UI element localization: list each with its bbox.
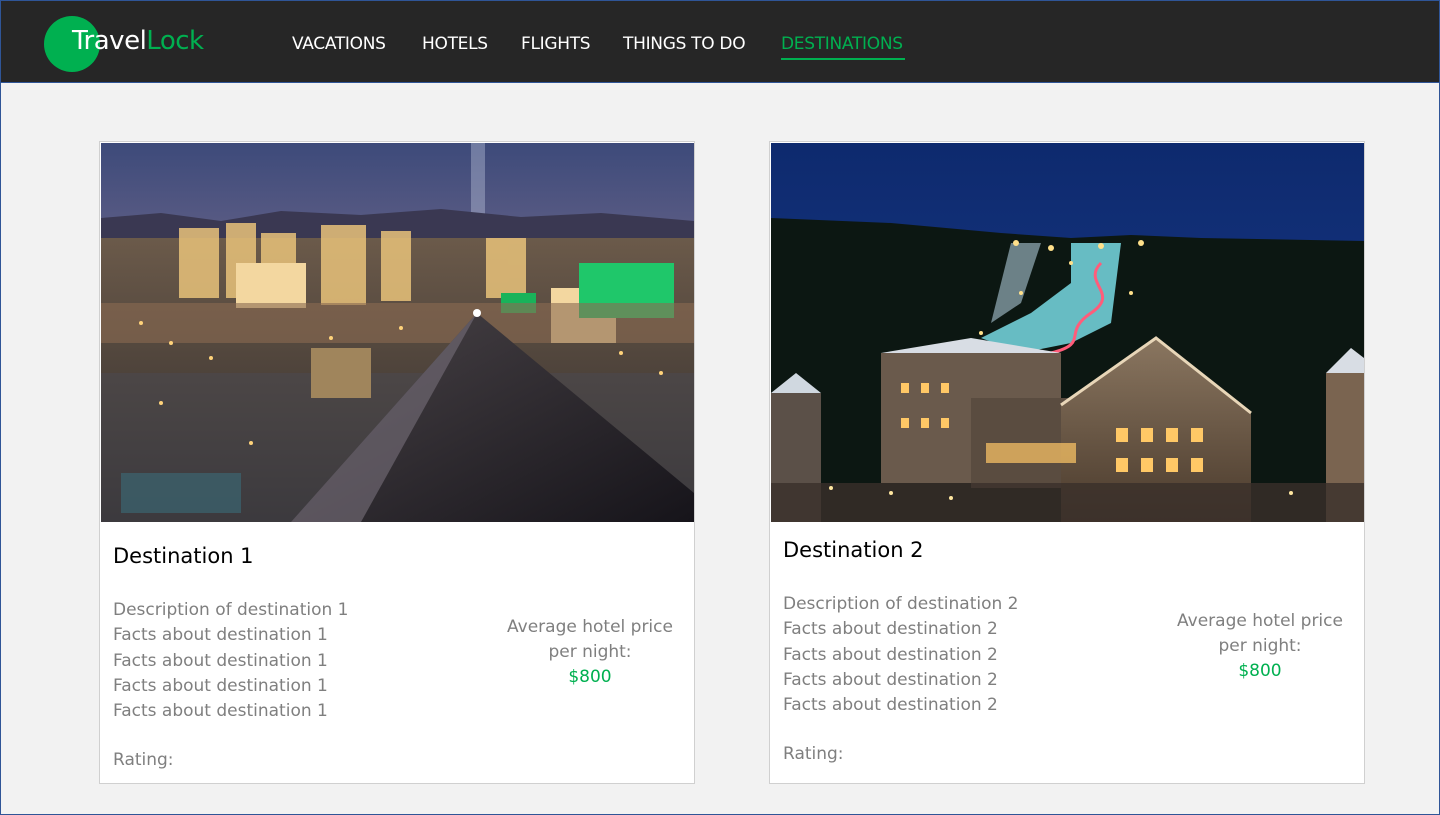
destination-fact: Facts about destination 1 bbox=[113, 625, 328, 646]
destination-fact: Facts about destination 1 bbox=[113, 701, 328, 722]
average-price-block: Average hotel price per night: $800 bbox=[490, 615, 690, 690]
destination-1-image[interactable] bbox=[101, 143, 694, 522]
destination-description: Description of destination 1 bbox=[113, 600, 349, 620]
price-value: $800 bbox=[1238, 661, 1282, 681]
destination-card-2[interactable]: Destination 2 Description of destination… bbox=[769, 141, 1365, 784]
nav-item-vacations[interactable]: VACATIONS bbox=[292, 34, 386, 54]
destination-description: Description of destination 2 bbox=[783, 594, 1019, 614]
nav-item-flights[interactable]: FLIGHTS bbox=[521, 34, 591, 54]
destination-title[interactable]: Destination 2 bbox=[783, 538, 924, 562]
logo-text-travel: Travel bbox=[72, 26, 147, 56]
destination-title[interactable]: Destination 1 bbox=[113, 544, 254, 568]
destination-fact: Facts about destination 2 bbox=[783, 644, 998, 665]
brand-logo[interactable]: TravelLock bbox=[44, 16, 214, 72]
top-navbar: TravelLock VACATIONS HOTELS FLIGHTS THIN… bbox=[0, 0, 1440, 83]
price-label-line1: Average hotel price bbox=[507, 617, 673, 637]
price-label-line2: per night: bbox=[1218, 636, 1302, 656]
destination-fact: Facts about destination 2 bbox=[783, 695, 998, 716]
nav-item-destinations[interactable]: DESTINATIONS bbox=[781, 34, 903, 54]
city-skyline-night-photo bbox=[101, 143, 694, 522]
destination-card-1[interactable]: Destination 1 Description of destination… bbox=[99, 141, 695, 784]
destination-fact: Facts about destination 1 bbox=[113, 650, 328, 671]
price-value: $800 bbox=[568, 667, 612, 687]
ski-resort-night-photo bbox=[771, 143, 1364, 522]
logo-text: TravelLock bbox=[72, 26, 204, 56]
destination-2-image[interactable] bbox=[771, 143, 1364, 522]
average-price-block: Average hotel price per night: $800 bbox=[1160, 609, 1360, 684]
logo-text-lock: Lock bbox=[146, 26, 204, 56]
active-nav-underline bbox=[781, 58, 905, 60]
destination-fact: Facts about destination 1 bbox=[113, 675, 328, 696]
destination-description-list: Description of destination 1 Facts about… bbox=[113, 598, 349, 724]
rating-label: Rating: bbox=[783, 744, 844, 764]
nav-item-things-to-do[interactable]: THINGS TO DO bbox=[623, 34, 746, 54]
price-label-line1: Average hotel price bbox=[1177, 611, 1343, 631]
destination-description-list: Description of destination 2 Facts about… bbox=[783, 592, 1019, 718]
rating-label: Rating: bbox=[113, 750, 174, 770]
destination-fact: Facts about destination 2 bbox=[783, 619, 998, 640]
destination-fact: Facts about destination 2 bbox=[783, 669, 998, 690]
nav-item-hotels[interactable]: HOTELS bbox=[422, 34, 488, 54]
price-label-line2: per night: bbox=[548, 642, 632, 662]
